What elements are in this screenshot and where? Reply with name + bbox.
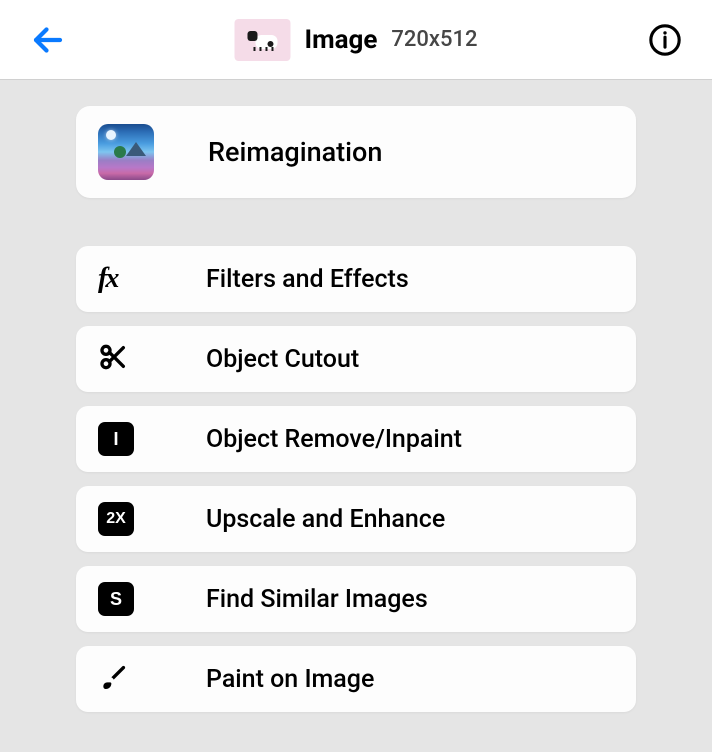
upscale-card[interactable]: 2X Upscale and Enhance (76, 486, 636, 552)
object-remove-label: Object Remove/Inpaint (206, 425, 462, 454)
reimagination-label: Reimagination (208, 136, 382, 168)
scissors-icon (98, 341, 130, 377)
paint-label: Paint on Image (206, 665, 374, 694)
filters-effects-label: Filters and Effects (206, 265, 409, 294)
fx-icon: fx (98, 263, 117, 295)
image-thumbnail (234, 19, 290, 61)
upscale-label: Upscale and Enhance (206, 505, 445, 534)
brush-icon (98, 661, 130, 697)
image-dimensions: 720x512 (391, 27, 477, 52)
back-button[interactable] (30, 22, 66, 58)
content-area: Reimagination fx Filters and Effects Obj… (0, 80, 712, 752)
page-title: Image (304, 25, 377, 55)
upscale-2x-icon: 2X (98, 502, 134, 536)
find-similar-label: Find Similar Images (206, 585, 428, 614)
header-center: Image 720x512 (234, 19, 477, 61)
object-remove-card[interactable]: I Object Remove/Inpaint (76, 406, 636, 472)
paint-card[interactable]: Paint on Image (76, 646, 636, 712)
reimagination-card[interactable]: Reimagination (76, 106, 636, 198)
filters-effects-card[interactable]: fx Filters and Effects (76, 246, 636, 312)
reimagination-icon (98, 124, 154, 180)
similar-icon: S (98, 582, 134, 616)
object-cutout-label: Object Cutout (206, 345, 359, 374)
header-bar: Image 720x512 (0, 0, 712, 80)
inpaint-icon: I (98, 422, 134, 456)
info-button[interactable] (648, 23, 682, 57)
find-similar-card[interactable]: S Find Similar Images (76, 566, 636, 632)
object-cutout-card[interactable]: Object Cutout (76, 326, 636, 392)
